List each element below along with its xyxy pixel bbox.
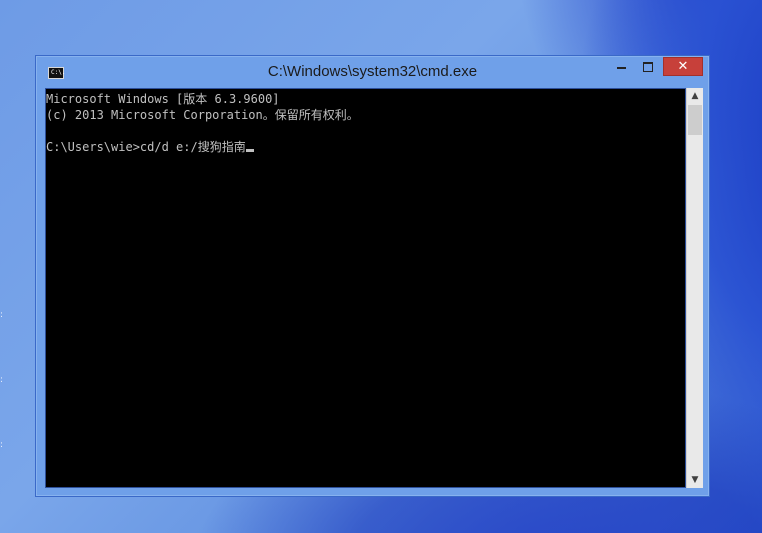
desktop-edge-mark: : xyxy=(0,440,4,450)
console-command-text: C:\Users\wie>cd/d e:/搜狗指南 xyxy=(46,140,246,154)
desktop-edge-mark: : xyxy=(0,310,4,320)
title-bar[interactable]: C:\. C:\Windows\system32\cmd.exe ✕ xyxy=(36,56,709,88)
scrollbar-thumb[interactable] xyxy=(688,105,702,135)
console-prompt-line[interactable]: C:\Users\wie>cd/d e:/搜狗指南 xyxy=(46,139,685,155)
minimize-button[interactable] xyxy=(609,57,635,76)
console-line: Microsoft Windows [版本 6.3.9600] xyxy=(46,92,280,106)
maximize-button[interactable] xyxy=(635,57,662,76)
close-button[interactable]: ✕ xyxy=(663,57,703,76)
desktop-edge-mark: : xyxy=(0,375,4,385)
close-icon: ✕ xyxy=(677,59,689,74)
scroll-up-arrow-icon[interactable]: ▲ xyxy=(687,88,703,104)
console-output[interactable]: Microsoft Windows [版本 6.3.9600] (c) 2013… xyxy=(45,88,686,488)
console-line: (c) 2013 Microsoft Corporation。保留所有权利。 xyxy=(46,108,359,122)
vertical-scrollbar[interactable]: ▲ ▼ xyxy=(686,88,703,488)
text-cursor xyxy=(245,149,254,152)
scroll-down-arrow-icon[interactable]: ▼ xyxy=(687,472,703,488)
cmd-window[interactable]: C:\. C:\Windows\system32\cmd.exe ✕ Micro… xyxy=(35,55,710,497)
